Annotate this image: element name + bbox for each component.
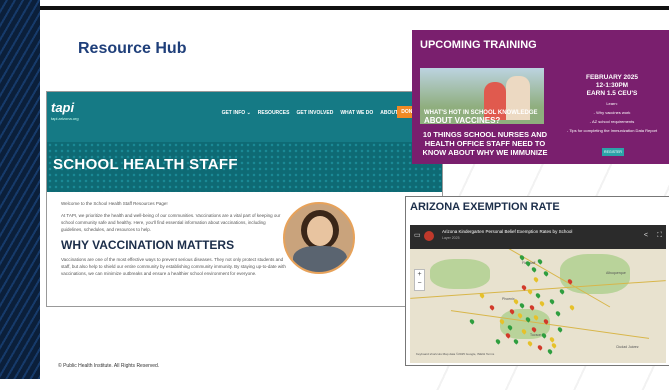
map-pin[interactable] [556,326,564,333]
site-logo-subtitle: tapi.arizona.org [51,116,79,121]
hero-banner: SCHOOL HEALTH STAFF [47,142,442,192]
training-title: UPCOMING TRAINING [420,39,537,51]
staff-photo [283,202,355,274]
section-heading: WHY VACCINATION MATTERS [61,238,235,252]
learn-item: - Why vaccines work [593,110,631,115]
welcome-text: Welcome to the School Health Staff Resou… [61,201,168,206]
fullscreen-icon[interactable]: ⛶ [657,232,662,240]
slide-footer: © Public Health Institute. All Rights Re… [58,363,160,369]
section-text: Vaccinations are one of the most effecti… [61,257,286,276]
site-logo[interactable]: tapi [51,100,74,115]
map-title: Arizona Kindergarten Personal Belief Exe… [442,229,573,234]
map-pin[interactable] [548,298,556,305]
training-details: FEBRUARY 2025 12-1:30PM EARN 1.5 CEU'S L… [562,74,662,134]
map-pin[interactable] [468,318,476,325]
learn-item: - AZ school requirements [589,119,635,124]
learn-heading: Learn: [606,101,618,106]
training-photo-caption: ABOUT VACCINES? [424,116,501,125]
map-pin[interactable] [512,298,520,305]
map-pin[interactable] [526,340,534,347]
map-pin[interactable] [538,300,546,307]
map-pin[interactable] [558,288,566,295]
share-icon[interactable]: < [644,232,648,240]
intro-text: At TAPI, we prioritize the health and we… [61,213,281,232]
map-pin[interactable] [512,338,520,345]
slide: Resource Hub tapi tapi.arizona.org GET I… [40,10,669,390]
map-pin[interactable] [488,304,496,311]
map-pin[interactable] [546,348,554,355]
learn-item: - Tips for completing the Immunization D… [566,128,658,133]
map-pin[interactable] [554,310,562,317]
map-pin[interactable] [550,342,558,349]
map-avatar-icon [424,231,434,241]
map-pin[interactable] [518,254,526,261]
slide-title: Resource Hub [78,40,187,57]
exemption-map[interactable]: Flagstaff Albuquerque Phoenix Tucson Ciu… [410,249,666,363]
nav-what-we-do[interactable]: WHAT WE DO [340,110,373,116]
site-menu: GET INFO ⌄ RESOURCES GET INVOLVED WHAT W… [222,110,412,116]
exemption-title: ARIZONA EXEMPTION RATE [410,201,560,213]
map-pin[interactable] [536,258,544,265]
training-date: FEBRUARY 2025 [585,74,639,81]
page-body: Welcome to the School Health Staff Resou… [61,200,286,282]
map-menu-icon[interactable]: ▭ [414,232,421,240]
map-pin[interactable] [494,338,502,345]
map-pin[interactable] [534,292,542,299]
school-health-staff-screenshot[interactable]: tapi tapi.arizona.org GET INFO ⌄ RESOURC… [46,91,443,307]
map-pin[interactable] [530,266,538,273]
map-label: Albuquerque [606,271,626,275]
training-subtitle: 10 THINGS SCHOOL NURSES AND HEALTH OFFIC… [422,130,548,157]
map-pin[interactable] [568,304,576,311]
exemption-rate-card[interactable]: ARIZONA EXEMPTION RATE ▭ Arizona Kinderg… [405,196,669,366]
site-navbar: tapi tapi.arizona.org GET INFO ⌄ RESOURC… [47,92,442,142]
nav-resources[interactable]: RESOURCES [258,110,290,116]
hero-title: SCHOOL HEALTH STAFF [53,156,238,173]
map-label: Ciudad Juárez [616,345,639,349]
map-pin[interactable] [518,302,526,309]
training-ceu: EARN 1.5 CEU'S [586,90,638,97]
map-pin[interactable] [548,336,556,343]
map-zoom-control[interactable]: + − [414,269,425,291]
register-button[interactable]: REGISTER [602,148,624,156]
map-caption: Keyboard shortcuts Map data ©2025 Google… [416,352,495,356]
map-pin[interactable] [532,276,540,283]
map-header-bar: ▭ Arizona Kindergarten Personal Belief E… [410,225,666,249]
upcoming-training-card[interactable]: UPCOMING TRAINING WHAT'S HOT IN SCHOOL K… [412,30,669,164]
map-subtitle: Layer 2025 [442,236,460,240]
training-time: 12-1:30PM [595,82,629,89]
nav-get-involved[interactable]: GET INVOLVED [296,110,333,116]
left-decorative-stripe [0,0,40,379]
map-pin[interactable] [536,344,544,351]
nav-get-info[interactable]: GET INFO ⌄ [222,110,251,116]
map-label: Tucson [530,333,542,337]
